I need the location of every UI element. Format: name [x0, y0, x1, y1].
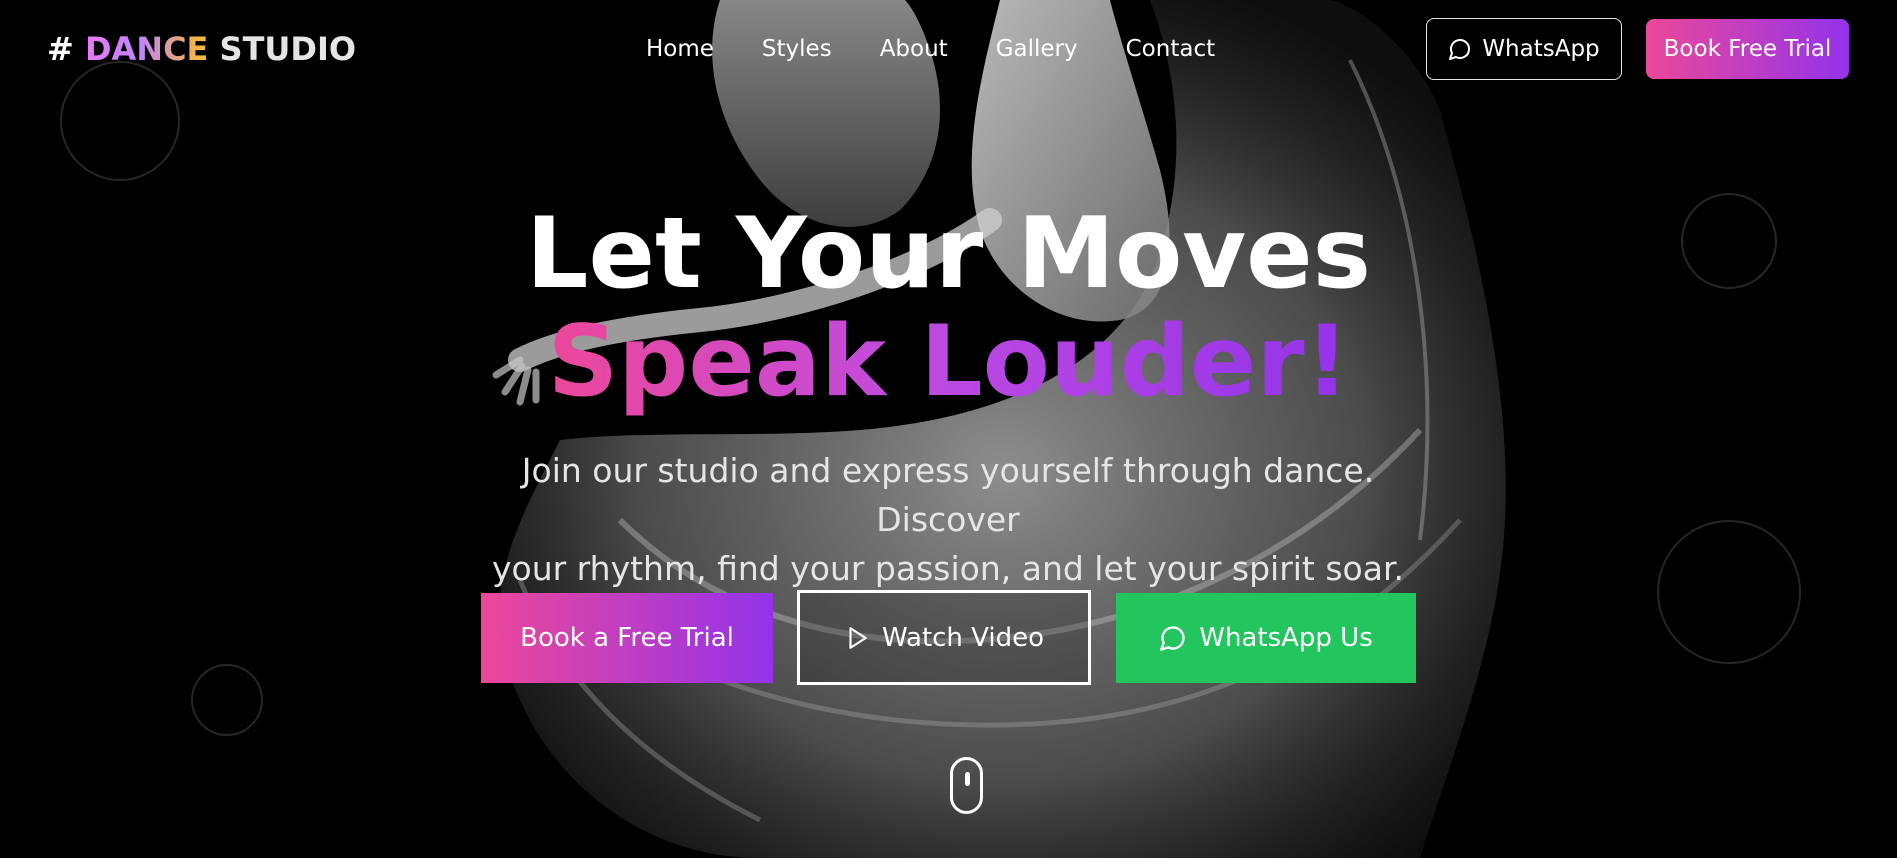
hero-subtitle-line2: your rhythm, find your passion, and let …	[491, 549, 1404, 588]
message-circle-icon	[1449, 39, 1471, 60]
nav-link-about[interactable]: About	[880, 36, 948, 62]
book-free-trial-label: Book a Free Trial	[520, 623, 734, 653]
mouse-scroll-icon[interactable]	[950, 757, 983, 814]
message-circle-icon	[1160, 626, 1185, 651]
nav-whatsapp-button[interactable]: WhatsApp	[1426, 18, 1622, 80]
hero-page: # DANCE STUDIO Home Styles About Gallery…	[0, 0, 1897, 858]
nav-whatsapp-label: WhatsApp	[1482, 36, 1600, 62]
decorative-circle	[1657, 520, 1801, 664]
nav-links: Home Styles About Gallery Contact	[646, 36, 1263, 62]
nav-link-gallery[interactable]: Gallery	[996, 36, 1078, 62]
nav-link-home[interactable]: Home	[646, 36, 714, 62]
watch-video-button[interactable]: Watch Video	[797, 590, 1091, 685]
logo-hash: #	[47, 30, 74, 68]
logo-studio: STUDIO	[219, 30, 357, 68]
hero-subtitle: Join our studio and express yourself thr…	[448, 446, 1448, 593]
dancer-hero-image	[492, 0, 1506, 858]
decorative-circle	[191, 664, 263, 736]
nav-book-label: Book Free Trial	[1663, 36, 1832, 62]
nav-link-contact[interactable]: Contact	[1126, 36, 1215, 62]
book-free-trial-button[interactable]: Book a Free Trial	[481, 593, 773, 683]
brand-logo[interactable]: # DANCE STUDIO	[47, 30, 356, 68]
nav-link-styles[interactable]: Styles	[762, 36, 832, 62]
top-navbar: # DANCE STUDIO Home Styles About Gallery…	[0, 0, 1897, 100]
nav-book-free-trial-button[interactable]: Book Free Trial	[1646, 19, 1849, 79]
watch-video-label: Watch Video	[881, 622, 1045, 653]
logo-dance: DANCE	[84, 30, 209, 68]
hero-title-line2: Speak Louder!	[547, 305, 1350, 419]
hero-subtitle-line1: Join our studio and express yourself thr…	[521, 451, 1375, 539]
play-icon	[849, 626, 867, 649]
hero-title-line1: Let Your Moves	[526, 197, 1371, 311]
whatsapp-us-button[interactable]: WhatsApp Us	[1116, 593, 1416, 683]
hero-headline: Let Your Moves Speak Louder!	[0, 200, 1897, 416]
scroll-wheel-dot	[965, 772, 970, 786]
whatsapp-us-label: WhatsApp Us	[1199, 623, 1373, 653]
